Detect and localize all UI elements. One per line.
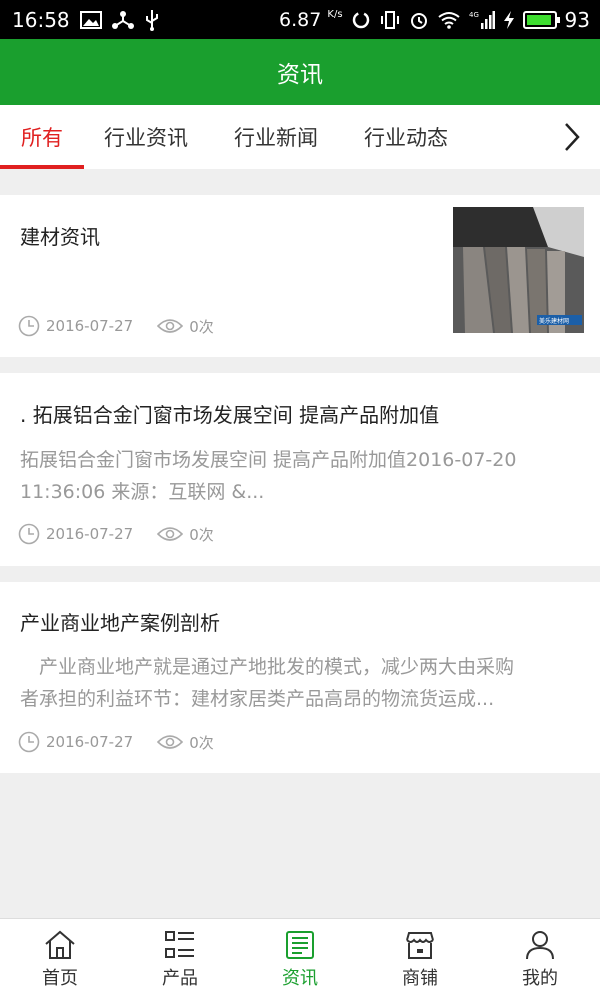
article-meta: 2016-07-27 0次 xyxy=(18,523,214,545)
summary-line: 产业商业地产就是通过产地批发的模式，减少两大由采购 xyxy=(20,656,515,678)
view-count: 0次 xyxy=(157,524,214,545)
category-tabs: 所有 行业资讯 行业新闻 行业动态 xyxy=(0,105,600,169)
article-meta: 2016-07-27 0次 xyxy=(18,731,214,753)
sync-icon xyxy=(351,10,371,30)
nav-label: 我的 xyxy=(522,967,558,989)
article-summary: 拓展铝合金门窗市场发展空间 提高产品附加值2016-07-20 11:36:06… xyxy=(20,444,560,508)
clock-icon xyxy=(18,731,40,753)
article-card[interactable]: 建材资讯 2016-07-27 0次 美乐建材网 xyxy=(0,195,600,357)
clock-icon xyxy=(18,523,40,545)
tab-label: 行业新闻 xyxy=(234,126,318,150)
nav-label: 产品 xyxy=(162,967,198,989)
article-date: 2016-07-27 xyxy=(46,733,134,751)
tab-label: 行业资讯 xyxy=(104,126,188,150)
signal-icon: 4G xyxy=(469,10,495,30)
tab-industry-news[interactable]: 行业新闻 xyxy=(234,105,318,169)
article-title: 产业商业地产案例剖析 xyxy=(20,611,220,635)
image-icon xyxy=(79,10,102,29)
summary-line: 者承担的利益环节：建材家居类产品高昂的物流货运成... xyxy=(20,688,495,710)
network-speed: 6.87 K/s xyxy=(279,8,343,31)
tabs-scroll-right-button[interactable] xyxy=(552,105,592,169)
views-text: 0次 xyxy=(189,317,214,336)
nav-products[interactable]: 产品 xyxy=(120,919,240,1000)
home-icon xyxy=(45,930,75,959)
clock-icon xyxy=(18,315,40,337)
nav-label: 商铺 xyxy=(402,967,438,989)
article-date: 2016-07-27 xyxy=(46,525,134,543)
store-icon xyxy=(406,931,434,959)
view-count: 0次 xyxy=(157,732,214,753)
tab-label: 行业动态 xyxy=(364,126,448,150)
tab-industry-info[interactable]: 行业资讯 xyxy=(104,105,188,169)
vibrate-icon xyxy=(379,10,401,30)
article-title: . 拓展铝合金门窗市场发展空间 提高产品附加值 xyxy=(20,403,440,427)
article-thumbnail: 美乐建材网 xyxy=(453,207,584,333)
wifi-icon xyxy=(437,11,461,29)
grid-list-icon xyxy=(165,930,194,958)
article-card[interactable]: 产业商业地产案例剖析 产业商业地产就是通过产地批发的模式，减少两大由采购 者承担… xyxy=(0,582,600,773)
article-summary: 产业商业地产就是通过产地批发的模式，减少两大由采购 者承担的利益环节：建材家居类… xyxy=(20,651,560,715)
eye-icon xyxy=(157,527,184,541)
tab-industry-trends[interactable]: 行业动态 xyxy=(364,105,448,169)
tab-label: 所有 xyxy=(21,126,63,150)
nav-stores[interactable]: 商铺 xyxy=(360,919,480,1000)
bottom-nav: 首页 产品 资讯 商铺 我的 xyxy=(0,918,600,1000)
chevron-right-icon xyxy=(565,123,580,151)
article-card[interactable]: . 拓展铝合金门窗市场发展空间 提高产品附加值 拓展铝合金门窗市场发展空间 提高… xyxy=(0,373,600,566)
page-title: 资讯 xyxy=(277,62,323,88)
nav-home[interactable]: 首页 xyxy=(0,919,120,1000)
svg-text:4G: 4G xyxy=(469,11,479,19)
view-count: 0次 xyxy=(157,316,214,337)
thumbnail-caption: 美乐建材网 xyxy=(539,317,569,325)
article-date: 2016-07-27 xyxy=(46,317,134,335)
nav-label: 首页 xyxy=(42,967,78,989)
user-icon xyxy=(526,930,554,959)
views-text: 0次 xyxy=(189,733,214,752)
news-icon xyxy=(286,930,314,959)
battery-icon xyxy=(522,10,560,29)
battery-percent: 93 xyxy=(564,7,590,32)
eye-icon xyxy=(157,735,184,749)
status-bar: 16:58 6.87 K/s 4G 93 xyxy=(0,0,600,39)
title-bar: 资讯 xyxy=(0,39,600,105)
summary-line: 11:36:06 来源：互联网 &... xyxy=(20,481,265,503)
share-icon xyxy=(111,10,134,30)
tab-all[interactable]: 所有 xyxy=(0,105,84,169)
article-meta: 2016-07-27 0次 xyxy=(18,315,214,337)
nav-profile[interactable]: 我的 xyxy=(480,919,600,1000)
alarm-icon xyxy=(409,10,429,30)
summary-line: 拓展铝合金门窗市场发展空间 提高产品附加值2016-07-20 xyxy=(20,449,517,471)
article-title: 建材资讯 xyxy=(20,225,100,249)
views-text: 0次 xyxy=(189,525,214,544)
nav-label: 资讯 xyxy=(282,967,318,989)
eye-icon xyxy=(157,319,184,333)
nav-news[interactable]: 资讯 xyxy=(240,919,360,1000)
charging-icon xyxy=(503,10,515,30)
status-time: 16:58 xyxy=(12,7,70,32)
usb-icon xyxy=(144,9,160,31)
